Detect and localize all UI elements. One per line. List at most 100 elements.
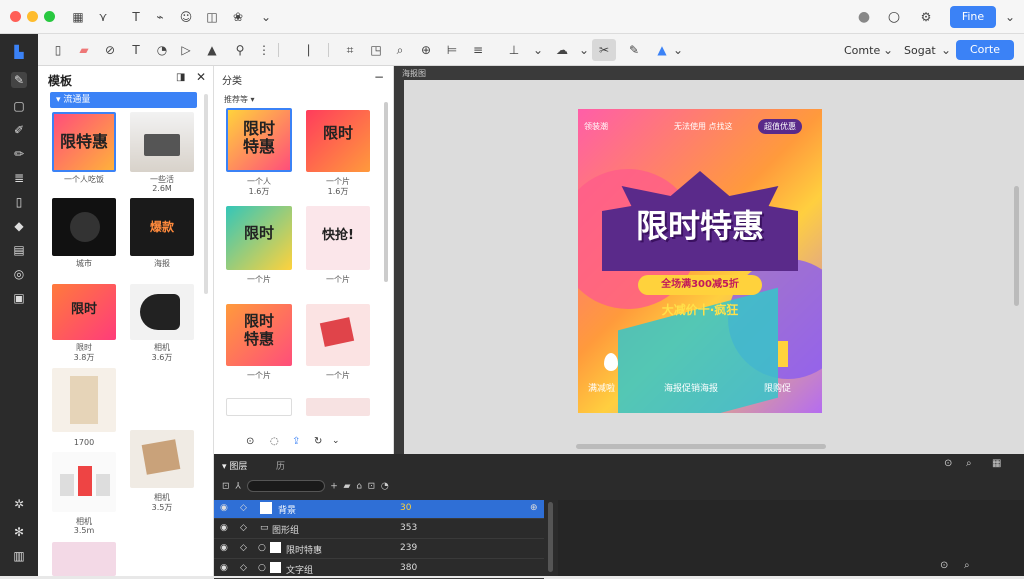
collapse-icon[interactable]: − xyxy=(374,70,384,84)
history-tab[interactable]: 历 xyxy=(276,459,285,472)
poster-headline[interactable]: 限时特惠 xyxy=(578,201,822,247)
font-select[interactable]: Comte xyxy=(844,44,880,57)
template-thumb[interactable]: 限特惠 xyxy=(52,112,116,172)
link-icon[interactable]: ⊡ xyxy=(222,482,230,492)
diamond-icon[interactable]: ◇ xyxy=(240,523,247,533)
circle-icon[interactable]: ○ xyxy=(886,9,902,25)
layers-scrollbar[interactable] xyxy=(548,502,553,572)
pen-icon[interactable]: ⌁ xyxy=(152,9,168,25)
settings-icon[interactable]: ✻ xyxy=(11,524,27,540)
timeline-area[interactable] xyxy=(558,500,1024,576)
filter-icon[interactable]: ⋎ xyxy=(95,9,111,25)
circle-icon[interactable]: ◌ xyxy=(270,436,279,447)
sticker-icon[interactable]: ❀ xyxy=(230,9,246,25)
grid-icon[interactable]: ▦ xyxy=(70,9,86,25)
text-icon[interactable]: T xyxy=(128,42,144,58)
mask-icon[interactable]: ⌂ xyxy=(356,482,362,492)
group-icon[interactable]: ▰ xyxy=(344,482,351,492)
spacing-icon[interactable]: ≡ xyxy=(470,42,486,58)
scrollbar[interactable] xyxy=(384,102,388,282)
element-thumb[interactable]: 限时 xyxy=(226,206,292,270)
lock-icon[interactable]: ⅄ xyxy=(235,482,241,492)
create-button[interactable]: Corte xyxy=(956,40,1014,60)
poster-bottom-right[interactable]: 限购促 xyxy=(764,381,791,394)
publish-button[interactable]: Fine xyxy=(950,6,996,28)
chevron-down-icon[interactable]: ⌄ xyxy=(332,436,340,446)
layers-tab[interactable]: ▾ 图层 xyxy=(222,459,247,472)
link-icon[interactable]: ⊘ xyxy=(102,42,118,58)
layers-icon[interactable]: ≣ xyxy=(11,170,27,186)
play-icon[interactable]: ▷ xyxy=(178,42,194,58)
eyedropper-icon[interactable]: ⚲ xyxy=(232,42,248,58)
element-thumb[interactable]: 限时 特惠 xyxy=(226,304,292,366)
distribute-icon[interactable]: ⊥ xyxy=(506,42,522,58)
triangle-icon[interactable]: ▲ xyxy=(204,42,220,58)
poster-brand[interactable]: 领装潮 xyxy=(584,121,608,132)
filter-select[interactable]: 推荐等 ▾ xyxy=(224,94,255,105)
diamond-icon[interactable]: ◇ xyxy=(240,503,247,513)
edit-icon[interactable]: ✎ xyxy=(11,72,27,88)
eye-icon[interactable]: ◉ xyxy=(220,503,228,513)
add-layer-icon[interactable]: + xyxy=(330,482,338,492)
gear-icon[interactable]: ⚙ xyxy=(918,9,934,25)
chevron-down-icon[interactable]: ⌄ xyxy=(530,42,546,58)
cloud-icon[interactable]: ☁ xyxy=(554,42,570,58)
maximize-window-button[interactable] xyxy=(44,11,55,22)
chevron-down-icon[interactable]: ⌄ xyxy=(576,42,592,58)
poster-sub-line[interactable]: 大减价十·疯狂 xyxy=(578,301,822,318)
template-thumb[interactable]: 爆款 xyxy=(130,198,194,256)
poster-bottom-left[interactable]: 满减啦 xyxy=(588,381,615,394)
template-thumb[interactable]: 限时 xyxy=(52,284,116,340)
grid-icon[interactable]: ▦ xyxy=(992,458,1001,469)
pencil-icon[interactable]: ✏ xyxy=(11,146,27,162)
layer-row[interactable]: ◉ ◇ ○ 限时特惠 239 xyxy=(214,540,544,559)
diamond-icon[interactable]: ◇ xyxy=(240,563,247,573)
folder-icon[interactable]: ▰ xyxy=(76,42,92,58)
poster-tagline[interactable]: 无法使用 点找这 xyxy=(674,121,733,132)
template-thumb[interactable] xyxy=(130,430,194,488)
cube-icon[interactable]: ◫ xyxy=(204,9,220,25)
frame-icon[interactable]: ▣ xyxy=(11,290,27,306)
align-icon[interactable]: ⎸ xyxy=(306,42,322,58)
template-thumb[interactable] xyxy=(52,198,116,256)
text-tool-icon[interactable]: T xyxy=(128,9,144,25)
element-thumb[interactable] xyxy=(306,398,370,416)
fill-color-icon[interactable]: ▲ xyxy=(654,42,670,58)
chevron-down-icon[interactable]: ⌄ xyxy=(258,9,274,25)
element-thumb[interactable] xyxy=(306,304,370,366)
pin-icon[interactable]: ◨ xyxy=(176,72,185,83)
eye-icon[interactable]: ◉ xyxy=(220,543,228,553)
layer-row[interactable]: ◉ ◇ 背景 30 ⊕ xyxy=(214,500,544,519)
pen-tool-icon[interactable]: ✎ xyxy=(626,42,642,58)
settings-icon[interactable]: ⊙ xyxy=(944,458,952,469)
location-icon[interactable]: ◔ xyxy=(154,42,170,58)
history-icon[interactable]: ◔ xyxy=(381,482,389,492)
compass-icon[interactable]: ◎ xyxy=(11,266,27,282)
globe-icon[interactable]: ⊕ xyxy=(418,42,434,58)
transform-icon[interactable]: ⊡ xyxy=(368,482,376,492)
trash-icon[interactable]: ▥ xyxy=(11,548,27,564)
page-icon[interactable]: ▯ xyxy=(11,194,27,210)
sliders-icon[interactable]: ⊨ xyxy=(444,42,460,58)
brush-icon[interactable]: ✐ xyxy=(11,122,27,138)
canvas-area[interactable]: 海报图 领装潮 无法使用 点找这 超值优惠 限时特惠 全场满300减5折 大减价… xyxy=(394,66,1024,454)
template-thumb[interactable] xyxy=(130,112,194,172)
resize-icon[interactable]: ◳ xyxy=(368,42,384,58)
scissors-icon[interactable]: ✂ xyxy=(592,39,616,61)
style-select[interactable]: Sogat xyxy=(904,44,936,57)
poster-badge[interactable]: 超值优惠 xyxy=(758,119,802,134)
chevron-down-icon[interactable]: ⌄ xyxy=(670,42,686,58)
minimize-window-button[interactable] xyxy=(27,11,38,22)
shape-icon[interactable]: ◆ xyxy=(11,218,27,234)
upload-icon[interactable]: ⇪ xyxy=(292,436,300,447)
camera-icon[interactable]: ⊙ xyxy=(940,560,948,571)
template-thumb[interactable] xyxy=(130,284,194,340)
layer-row[interactable]: ◉ ◇ ▭ 图形组 353 xyxy=(214,520,544,539)
template-thumb[interactable] xyxy=(52,452,116,512)
refresh-icon[interactable]: ↻ xyxy=(314,436,322,447)
eye-icon[interactable]: ◉ xyxy=(220,563,228,573)
element-thumb[interactable]: 限时 xyxy=(306,110,370,172)
diamond-icon[interactable]: ◇ xyxy=(240,543,247,553)
vertical-scrollbar[interactable] xyxy=(1014,186,1019,306)
layer-row[interactable]: ◉ ◇ ○ 文字组 380 xyxy=(214,560,544,579)
